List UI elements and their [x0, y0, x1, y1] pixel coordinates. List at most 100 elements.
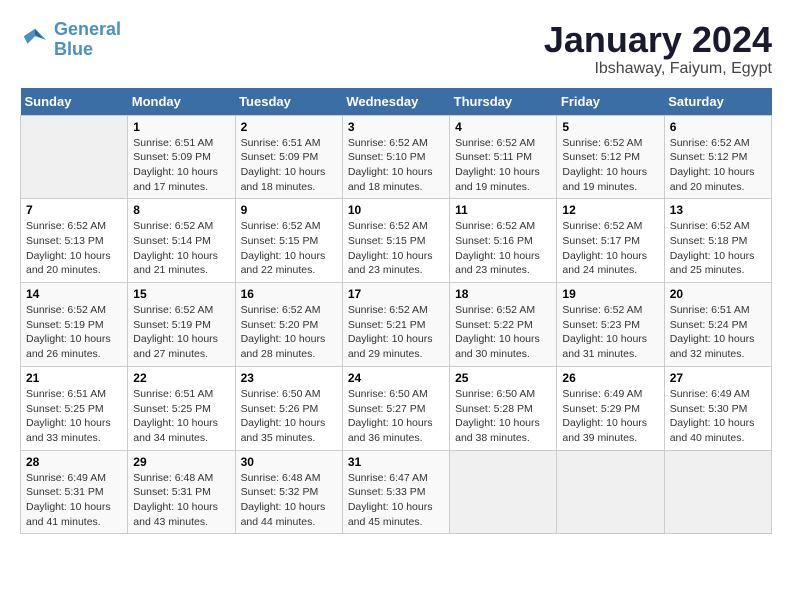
calendar-cell: 18 Sunrise: 6:52 AMSunset: 5:22 PMDayligh…	[450, 283, 557, 367]
calendar-cell: 19Sunrise: 6:52 AMSunset: 5:23 PMDayligh…	[557, 283, 664, 367]
day-number: 1	[133, 120, 229, 134]
calendar-cell: 26 Sunrise: 6:49 AMSunset: 5:29 PMDayligh…	[557, 366, 664, 450]
day-info: Sunrise: 6:52 AMSunset: 5:20 PMDaylight:…	[241, 303, 337, 362]
location-subtitle: Ibshaway, Faiyum, Egypt	[544, 60, 772, 78]
calendar-cell: 22 Sunrise: 6:51 AMSunset: 5:25 PMDayligh…	[128, 366, 235, 450]
calendar-cell: 4 Sunrise: 6:52 AMSunset: 5:11 PMDaylight…	[450, 115, 557, 199]
day-info: Sunrise: 6:52 AMSunset: 5:11 PMDaylight:…	[455, 136, 551, 195]
header-cell-thursday: Thursday	[450, 88, 557, 116]
calendar-cell: 5Sunrise: 6:52 AMSunset: 5:12 PMDaylight…	[557, 115, 664, 199]
day-info: Sunrise: 6:52 AMSunset: 5:19 PMDaylight:…	[133, 303, 229, 362]
title-block: January 2024 Ibshaway, Faiyum, Egypt	[544, 20, 772, 78]
calendar-cell: 17 Sunrise: 6:52 AMSunset: 5:21 PMDayligh…	[342, 283, 449, 367]
calendar-cell	[664, 450, 771, 534]
day-info: Sunrise: 6:51 AMSunset: 5:25 PMDaylight:…	[26, 387, 122, 446]
day-info: Sunrise: 6:51 AMSunset: 5:24 PMDaylight:…	[670, 303, 766, 362]
day-info: Sunrise: 6:52 AMSunset: 5:21 PMDaylight:…	[348, 303, 444, 362]
calendar-cell: 14 Sunrise: 6:52 AMSunset: 5:19 PMDayligh…	[21, 283, 128, 367]
day-info: Sunrise: 6:49 AMSunset: 5:31 PMDaylight:…	[26, 471, 122, 530]
day-number: 12	[562, 203, 658, 217]
calendar-cell: 6 Sunrise: 6:52 AMSunset: 5:12 PMDaylight…	[664, 115, 771, 199]
day-number: 14	[26, 287, 122, 301]
day-info: Sunrise: 6:48 AMSunset: 5:32 PMDaylight:…	[241, 471, 337, 530]
day-info: Sunrise: 6:52 AMSunset: 5:19 PMDaylight:…	[26, 303, 122, 362]
day-number: 9	[241, 203, 337, 217]
day-info: Sunrise: 6:52 AMSunset: 5:15 PMDaylight:…	[348, 219, 444, 278]
calendar-table: SundayMondayTuesdayWednesdayThursdayFrid…	[20, 88, 772, 535]
day-number: 23	[241, 371, 337, 385]
logo: General Blue	[20, 20, 121, 60]
day-number: 28	[26, 455, 122, 469]
calendar-cell: 10 Sunrise: 6:52 AMSunset: 5:15 PMDayligh…	[342, 199, 449, 283]
day-number: 13	[670, 203, 766, 217]
day-number: 31	[348, 455, 444, 469]
day-number: 8	[133, 203, 229, 217]
day-info: Sunrise: 6:51 AMSunset: 5:25 PMDaylight:…	[133, 387, 229, 446]
calendar-cell	[557, 450, 664, 534]
day-number: 4	[455, 120, 551, 134]
day-info: Sunrise: 6:52 AMSunset: 5:16 PMDaylight:…	[455, 219, 551, 278]
day-number: 2	[241, 120, 337, 134]
day-number: 26	[562, 371, 658, 385]
day-number: 5	[562, 120, 658, 134]
calendar-cell: 21Sunrise: 6:51 AMSunset: 5:25 PMDayligh…	[21, 366, 128, 450]
day-info: Sunrise: 6:49 AMSunset: 5:29 PMDaylight:…	[562, 387, 658, 446]
calendar-cell: 8 Sunrise: 6:52 AMSunset: 5:14 PMDaylight…	[128, 199, 235, 283]
calendar-cell	[450, 450, 557, 534]
day-info: Sunrise: 6:52 AMSunset: 5:13 PMDaylight:…	[26, 219, 122, 278]
calendar-cell: 16 Sunrise: 6:52 AMSunset: 5:20 PMDayligh…	[235, 283, 342, 367]
calendar-cell: 25Sunrise: 6:50 AMSunset: 5:28 PMDayligh…	[450, 366, 557, 450]
day-info: Sunrise: 6:48 AMSunset: 5:31 PMDaylight:…	[133, 471, 229, 530]
day-info: Sunrise: 6:52 AMSunset: 5:10 PMDaylight:…	[348, 136, 444, 195]
day-info: Sunrise: 6:50 AMSunset: 5:27 PMDaylight:…	[348, 387, 444, 446]
day-number: 10	[348, 203, 444, 217]
day-info: Sunrise: 6:52 AMSunset: 5:12 PMDaylight:…	[670, 136, 766, 195]
day-number: 6	[670, 120, 766, 134]
header-cell-monday: Monday	[128, 88, 235, 116]
day-number: 7	[26, 203, 122, 217]
calendar-cell: 28 Sunrise: 6:49 AMSunset: 5:31 PMDayligh…	[21, 450, 128, 534]
month-title: January 2024	[544, 20, 772, 60]
calendar-cell: 30 Sunrise: 6:48 AMSunset: 5:32 PMDayligh…	[235, 450, 342, 534]
day-info: Sunrise: 6:52 AMSunset: 5:18 PMDaylight:…	[670, 219, 766, 278]
header-cell-tuesday: Tuesday	[235, 88, 342, 116]
day-number: 20	[670, 287, 766, 301]
day-number: 18	[455, 287, 551, 301]
calendar-cell: 1Sunrise: 6:51 AMSunset: 5:09 PMDaylight…	[128, 115, 235, 199]
header-cell-friday: Friday	[557, 88, 664, 116]
page-header: General Blue January 2024 Ibshaway, Faiy…	[20, 20, 772, 78]
day-info: Sunrise: 6:52 AMSunset: 5:22 PMDaylight:…	[455, 303, 551, 362]
day-number: 3	[348, 120, 444, 134]
calendar-cell: 20 Sunrise: 6:51 AMSunset: 5:24 PMDayligh…	[664, 283, 771, 367]
day-info: Sunrise: 6:52 AMSunset: 5:23 PMDaylight:…	[562, 303, 658, 362]
calendar-week-row: 28 Sunrise: 6:49 AMSunset: 5:31 PMDayligh…	[21, 450, 772, 534]
day-number: 27	[670, 371, 766, 385]
calendar-cell: 3 Sunrise: 6:52 AMSunset: 5:10 PMDaylight…	[342, 115, 449, 199]
calendar-header-row: SundayMondayTuesdayWednesdayThursdayFrid…	[21, 88, 772, 116]
day-number: 16	[241, 287, 337, 301]
calendar-cell: 9 Sunrise: 6:52 AMSunset: 5:15 PMDaylight…	[235, 199, 342, 283]
header-cell-sunday: Sunday	[21, 88, 128, 116]
calendar-cell: 15 Sunrise: 6:52 AMSunset: 5:19 PMDayligh…	[128, 283, 235, 367]
day-info: Sunrise: 6:50 AMSunset: 5:26 PMDaylight:…	[241, 387, 337, 446]
calendar-week-row: 14 Sunrise: 6:52 AMSunset: 5:19 PMDayligh…	[21, 283, 772, 367]
calendar-cell: 7 Sunrise: 6:52 AMSunset: 5:13 PMDaylight…	[21, 199, 128, 283]
calendar-week-row: 1Sunrise: 6:51 AMSunset: 5:09 PMDaylight…	[21, 115, 772, 199]
logo-text: General Blue	[54, 20, 121, 60]
day-number: 25	[455, 371, 551, 385]
day-info: Sunrise: 6:52 AMSunset: 5:17 PMDaylight:…	[562, 219, 658, 278]
day-number: 30	[241, 455, 337, 469]
day-number: 22	[133, 371, 229, 385]
calendar-cell: 27Sunrise: 6:49 AMSunset: 5:30 PMDayligh…	[664, 366, 771, 450]
calendar-cell: 29 Sunrise: 6:48 AMSunset: 5:31 PMDayligh…	[128, 450, 235, 534]
day-number: 17	[348, 287, 444, 301]
day-info: Sunrise: 6:52 AMSunset: 5:15 PMDaylight:…	[241, 219, 337, 278]
day-number: 29	[133, 455, 229, 469]
day-number: 15	[133, 287, 229, 301]
day-number: 11	[455, 203, 551, 217]
calendar-cell: 23 Sunrise: 6:50 AMSunset: 5:26 PMDayligh…	[235, 366, 342, 450]
header-cell-saturday: Saturday	[664, 88, 771, 116]
calendar-week-row: 7 Sunrise: 6:52 AMSunset: 5:13 PMDaylight…	[21, 199, 772, 283]
day-number: 24	[348, 371, 444, 385]
day-info: Sunrise: 6:52 AMSunset: 5:14 PMDaylight:…	[133, 219, 229, 278]
